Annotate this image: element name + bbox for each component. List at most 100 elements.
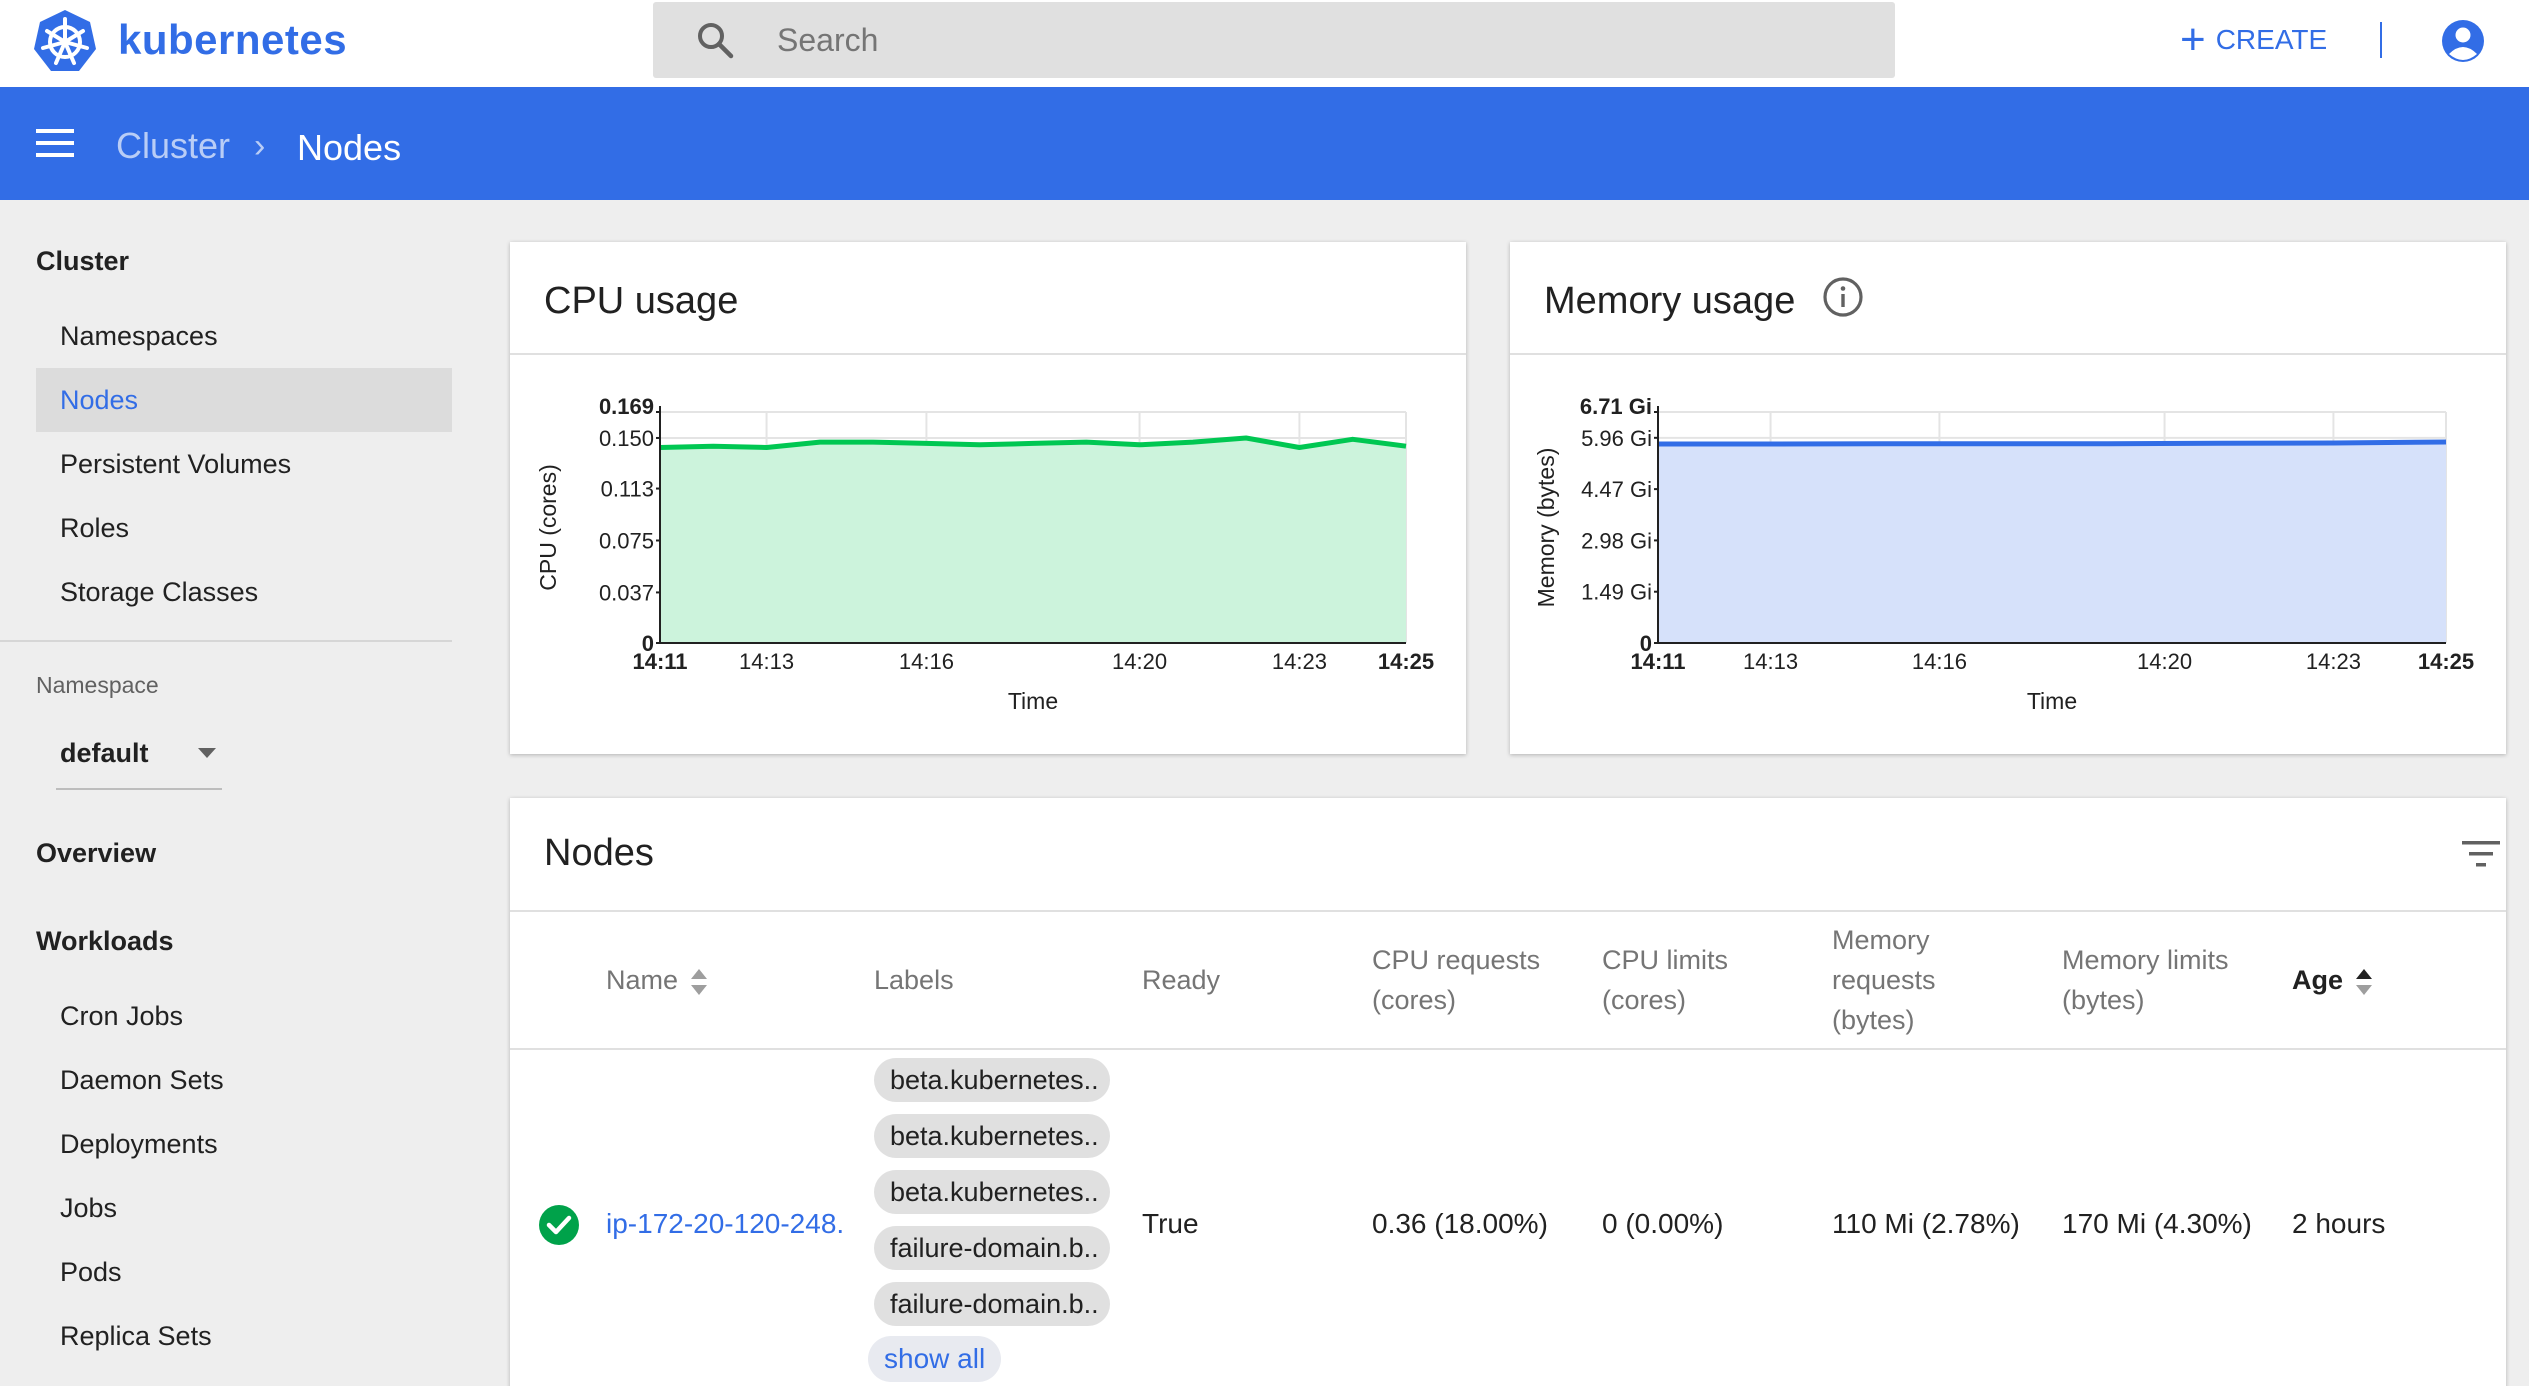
menu-icon[interactable] bbox=[36, 129, 76, 159]
column-header-cpu-limits-line: CPU limits bbox=[1602, 945, 1728, 975]
breadcrumb-cluster[interactable]: Cluster bbox=[116, 125, 230, 167]
memory-chart: 01.49 Gi2.98 Gi4.47 Gi5.96 Gi6.71 Gi14:1… bbox=[1533, 394, 2474, 714]
node-age-value: 2 hours bbox=[2292, 1208, 2386, 1239]
series-line bbox=[1658, 439, 2447, 447]
chevron-right-icon: › bbox=[254, 127, 266, 165]
namespace-value: default bbox=[60, 738, 149, 768]
x-tick-label: 14:13 bbox=[739, 649, 794, 674]
x-axis-title: Time bbox=[2027, 688, 2077, 714]
x-tick-label: 14:23 bbox=[2306, 649, 2361, 674]
series-area bbox=[1658, 442, 2446, 643]
create-label: CREATE bbox=[2215, 24, 2328, 55]
search-input[interactable] bbox=[777, 10, 1857, 70]
column-header-memory-requests-line: (bytes) bbox=[1832, 1005, 1915, 1035]
filter-list-icon[interactable] bbox=[2460, 838, 2502, 870]
x-tick-label: 14:20 bbox=[1112, 649, 1167, 674]
sidebar-item-pods[interactable]: Pods bbox=[36, 1240, 452, 1304]
label-chip: beta.kubernetes.. bbox=[874, 1058, 1110, 1102]
x-tick-label: 14:23 bbox=[1272, 649, 1327, 674]
label-chip: failure-domain.b.. bbox=[874, 1282, 1110, 1326]
column-header-ready: Ready bbox=[1142, 965, 1221, 995]
top-bar: kubernetes + CREATE bbox=[0, 0, 2529, 87]
column-header-cpu-requests: CPU requests (cores) bbox=[1372, 940, 1540, 1020]
column-header-age-label: Age bbox=[2292, 965, 2344, 995]
node-memory-requests-value: 110 Mi (2.78%) bbox=[1832, 1208, 2020, 1239]
y-tick-label: 0.169 bbox=[599, 394, 654, 419]
node-cpu-limits-value: 0 (0.00%) bbox=[1602, 1208, 1724, 1239]
label-chip: beta.kubernetes.. bbox=[874, 1114, 1110, 1158]
y-tick-label: 2.98 Gi bbox=[1581, 528, 1652, 553]
y-tick-label: 4.47 Gi bbox=[1581, 477, 1652, 502]
node-name[interactable]: ip-172-20-120-248. bbox=[606, 1208, 844, 1239]
brand-name[interactable]: kubernetes bbox=[118, 16, 347, 64]
y-tick-label: 0.113 bbox=[601, 477, 654, 502]
check-circle-icon bbox=[539, 1205, 579, 1245]
sidebar-divider bbox=[0, 640, 452, 642]
nodes-card: Nodes Name Labels Ready CPU requests (co… bbox=[510, 798, 2506, 1386]
column-header-cpu-limits: CPU limits (cores) bbox=[1602, 940, 1728, 1020]
label-chip: beta.kubernetes.. bbox=[874, 1170, 1110, 1214]
y-tick-label: 0.037 bbox=[599, 580, 654, 605]
series-area bbox=[660, 438, 1406, 643]
table-header-divider bbox=[510, 1048, 2506, 1050]
sidebar-item-daemon-sets[interactable]: Daemon Sets bbox=[36, 1048, 452, 1112]
sidebar-item-cron-jobs[interactable]: Cron Jobs bbox=[36, 984, 452, 1048]
sidebar-heading-workloads[interactable]: Workloads bbox=[36, 926, 174, 957]
node-cpu-requests-value: 0.36 (18.00%) bbox=[1372, 1208, 1548, 1239]
sidebar-item-persistent-volumes[interactable]: Persistent Volumes bbox=[36, 432, 452, 496]
column-header-name-label: Name bbox=[606, 965, 679, 995]
y-tick-label: 5.96 Gi bbox=[1581, 426, 1652, 451]
column-header-memory-requests-line: Memory bbox=[1832, 925, 1930, 955]
nodes-card-title: Nodes bbox=[544, 832, 654, 874]
sidebar-item-namespaces[interactable]: Namespaces bbox=[36, 304, 452, 368]
dropdown-arrow-icon bbox=[198, 748, 216, 758]
column-header-name[interactable]: Name bbox=[606, 960, 708, 1000]
column-header-memory-limits: Memory limits (bytes) bbox=[2062, 940, 2229, 1020]
y-tick-label: 0.150 bbox=[599, 426, 654, 451]
info-icon[interactable] bbox=[1822, 276, 1864, 318]
node-name-link[interactable]: ip-172-20-120-248. bbox=[606, 1208, 844, 1240]
sidebar-item-roles[interactable]: Roles bbox=[36, 496, 452, 560]
sidebar-item-deployments[interactable]: Deployments bbox=[36, 1112, 452, 1176]
column-header-memory-limits-line: (bytes) bbox=[2062, 985, 2145, 1015]
node-memory-limits-value: 170 Mi (4.30%) bbox=[2062, 1208, 2252, 1239]
kubernetes-logo-icon[interactable] bbox=[32, 8, 98, 74]
sidebar-item-nodes[interactable]: Nodes bbox=[36, 368, 452, 432]
column-header-cpu-limits-line: (cores) bbox=[1602, 985, 1687, 1015]
label-chip: failure-domain.b.. bbox=[874, 1226, 1110, 1270]
sidebar-item-replica-sets[interactable]: Replica Sets bbox=[36, 1304, 452, 1368]
sort-ascending-icon bbox=[2356, 968, 2373, 995]
x-tick-label: 14:16 bbox=[899, 649, 954, 674]
page-header: Cluster › Nodes bbox=[0, 87, 2529, 200]
cpu-chart: 00.0370.0750.1130.1500.16914:11 14:13 14:1… bbox=[535, 394, 1434, 714]
x-tick-label: 14:13 bbox=[1743, 649, 1798, 674]
y-axis-title: CPU (cores) bbox=[535, 464, 561, 591]
namespace-label: Namespace bbox=[36, 672, 159, 698]
column-header-age[interactable]: Age bbox=[2292, 960, 2373, 1000]
y-tick-label: 6.71 Gi bbox=[1580, 394, 1652, 419]
column-header-labels: Labels bbox=[874, 965, 954, 995]
memory-usage-card: Memory usage 0 1.49 Gi 2.98 Gi 4.47 Gi 5.96 … bbox=[1510, 242, 2506, 754]
create-button[interactable]: + CREATE bbox=[2180, 14, 2327, 66]
show-all-labels-button[interactable]: show all bbox=[868, 1336, 1002, 1382]
sort-icon bbox=[691, 968, 708, 995]
y-tick-label: 1.49 Gi bbox=[1581, 580, 1652, 605]
y-axis-title: Memory (bytes) bbox=[1533, 448, 1559, 608]
plus-icon: + bbox=[2180, 15, 2206, 64]
column-header-memory-requests-line: requests bbox=[1832, 965, 1936, 995]
account-circle-icon[interactable] bbox=[2440, 18, 2486, 64]
x-tick-label: 14:20 bbox=[2137, 649, 2192, 674]
sidebar-heading-cluster[interactable]: Cluster bbox=[36, 246, 129, 277]
x-tick-label: 14:25 bbox=[1378, 649, 1434, 674]
x-tick-label: 14:11 bbox=[1630, 649, 1685, 674]
sidebar-item-storage-classes[interactable]: Storage Classes bbox=[36, 560, 452, 624]
toolbar-divider bbox=[2380, 22, 2382, 58]
namespace-select[interactable]: default bbox=[56, 728, 222, 790]
x-axis-title: Time bbox=[1008, 688, 1058, 714]
sidebar-item-jobs[interactable]: Jobs bbox=[36, 1176, 452, 1240]
card-divider bbox=[510, 910, 2506, 912]
cpu-usage-card: CPU usage 0 0.037 0.075 0.113 0.150 0.169 14:1… bbox=[510, 242, 1466, 754]
sidebar-heading-overview[interactable]: Overview bbox=[36, 838, 156, 869]
column-header-cpu-requests-line: (cores) bbox=[1372, 985, 1457, 1015]
search-bar[interactable] bbox=[653, 2, 1895, 78]
